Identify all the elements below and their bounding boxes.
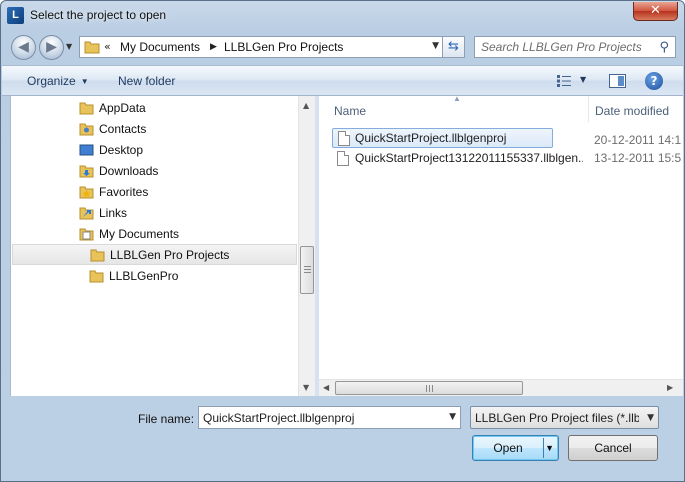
scroll-down-icon[interactable]: ▼ [303, 383, 309, 392]
file-icon [337, 151, 349, 166]
open-button-label: Open [493, 441, 523, 455]
scroll-thumb[interactable] [300, 246, 314, 294]
file-name-field[interactable]: QuickStartProject.llblgenproj ▼ [198, 406, 461, 429]
scroll-left-icon[interactable]: ◀ [323, 383, 329, 392]
documents-icon [79, 228, 94, 241]
refresh-button[interactable]: ⇆ [443, 36, 465, 58]
tree-item-label: My Documents [99, 227, 180, 241]
chevron-down-icon: ▼ [80, 77, 89, 86]
folder-icon [89, 270, 104, 283]
file-type-filter-select[interactable]: LLBLGen Pro Project files (*.llbl ▼ [470, 406, 659, 429]
scroll-thumb[interactable] [335, 381, 523, 395]
file-name-label: File name: [138, 412, 195, 426]
tree-item-label: LLBLGen Pro Projects [110, 248, 230, 262]
column-header-date-modified[interactable]: Date modified [589, 96, 683, 122]
folder-icon [79, 102, 94, 115]
organize-label: Organize [27, 74, 76, 88]
tree-item-label: LLBLGenPro [109, 269, 179, 283]
file-date: 13-12-2011 15:5 [594, 151, 682, 165]
folder-icon [90, 249, 105, 262]
organize-menu[interactable]: Organize ▼ [27, 74, 89, 88]
tree-item-favorites[interactable]: Favorites [79, 182, 299, 203]
file-list-pane[interactable]: ▲ Name Date modified QuickStartProject.l… [319, 96, 683, 396]
scroll-right-icon[interactable]: ▶ [667, 383, 673, 392]
address-overflow-chevron[interactable]: « [104, 40, 111, 53]
recent-locations-dropdown[interactable]: ▼ [66, 42, 72, 51]
tree-item-label: Favorites [99, 185, 149, 199]
file-row[interactable]: QuickStartProject13122011155337.llblgen.… [332, 149, 683, 169]
dialog-title: Select the project to open [30, 8, 167, 22]
tree-item-llblgen-pro-projects[interactable]: LLBLGen Pro Projects [12, 244, 297, 265]
sort-ascending-icon: ▲ [453, 96, 461, 103]
file-name: QuickStartProject13122011155337.llblgen.… [355, 151, 583, 165]
tree-item-label: Desktop [99, 143, 144, 157]
file-date: 20-12-2011 14:1 [594, 133, 682, 147]
search-placeholder: Search LLBLGen Pro Projects [481, 40, 642, 54]
file-list-horizontal-scrollbar[interactable]: ◀ ▶ [319, 379, 683, 396]
tree-item-label: AppData [99, 101, 146, 115]
breadcrumb-separator[interactable]: ▶ [210, 42, 217, 52]
file-name-value: QuickStartProject.llblgenproj [203, 411, 355, 425]
close-button[interactable]: ✕ [633, 2, 678, 21]
open-button[interactable]: Open ▼ [472, 435, 559, 461]
tree-item-llblgenpro[interactable]: LLBLGenPro [89, 266, 299, 287]
file-name: QuickStartProject.llblgenproj [355, 131, 507, 145]
folder-icon [84, 41, 100, 54]
tree-item-links[interactable]: Links [79, 203, 299, 224]
cancel-button[interactable]: Cancel [568, 435, 658, 461]
contacts-icon [79, 123, 94, 136]
open-file-dialog: L Select the project to open ✕ ◀ ▶ ▼ « M… [0, 0, 685, 482]
file-icon [338, 131, 350, 146]
navigation-scrollbar[interactable]: ▲ ▼ [298, 96, 315, 396]
address-bar[interactable]: « My Documents ▶ LLBLGen Pro Projects ▼ [79, 36, 443, 58]
tree-item-my-documents[interactable]: My Documents [79, 224, 299, 245]
chevron-down-icon[interactable]: ▼ [647, 413, 654, 423]
tree-item-label: Links [99, 206, 128, 220]
column-header-label: Date modified [595, 104, 670, 118]
command-bar: Organize ▼ New folder ▼ ? [2, 65, 683, 96]
back-button[interactable]: ◀ [11, 35, 36, 60]
navigation-pane[interactable]: AppData Contacts Desktop Downloads Favor… [10, 96, 298, 396]
favorites-icon [79, 186, 94, 199]
desktop-icon [79, 144, 94, 156]
file-type-filter-value: LLBLGen Pro Project files (*.llbl [475, 411, 639, 425]
file-row[interactable]: QuickStartProject.llblgenproj [332, 128, 553, 148]
tree-item-appdata[interactable]: AppData [79, 98, 299, 119]
views-dropdown[interactable]: ▼ [580, 75, 586, 84]
column-header-label: Name [334, 104, 367, 118]
downloads-icon [79, 165, 94, 178]
column-header-name[interactable]: ▲ Name [319, 96, 589, 122]
open-options-dropdown[interactable]: ▼ [545, 436, 554, 460]
tree-item-contacts[interactable]: Contacts [79, 119, 299, 140]
change-view-icon[interactable] [556, 74, 572, 88]
chevron-down-icon[interactable]: ▼ [449, 412, 456, 422]
search-input[interactable]: Search LLBLGen Pro Projects ⚲ [474, 36, 676, 58]
breadcrumb-my-documents[interactable]: My Documents [120, 40, 200, 54]
new-folder-button[interactable]: New folder [118, 74, 175, 88]
tree-item-label: Downloads [99, 164, 159, 178]
forward-button[interactable]: ▶ [39, 35, 64, 60]
breadcrumb-llblgen-pro-projects[interactable]: LLBLGen Pro Projects [224, 40, 343, 54]
scroll-up-icon[interactable]: ▲ [303, 101, 309, 110]
links-icon [79, 207, 94, 220]
tree-item-label: Contacts [99, 122, 147, 136]
tree-item-desktop[interactable]: Desktop [79, 140, 299, 161]
help-icon[interactable]: ? [645, 72, 663, 90]
preview-pane-icon[interactable] [609, 74, 626, 88]
address-dropdown[interactable]: ▼ [432, 41, 439, 51]
search-icon[interactable]: ⚲ [659, 40, 669, 55]
refresh-icon: ⇆ [448, 39, 459, 54]
title-bar[interactable]: L Select the project to open ✕ [1, 1, 684, 31]
tree-item-downloads[interactable]: Downloads [79, 161, 299, 182]
app-icon: L [7, 7, 24, 24]
